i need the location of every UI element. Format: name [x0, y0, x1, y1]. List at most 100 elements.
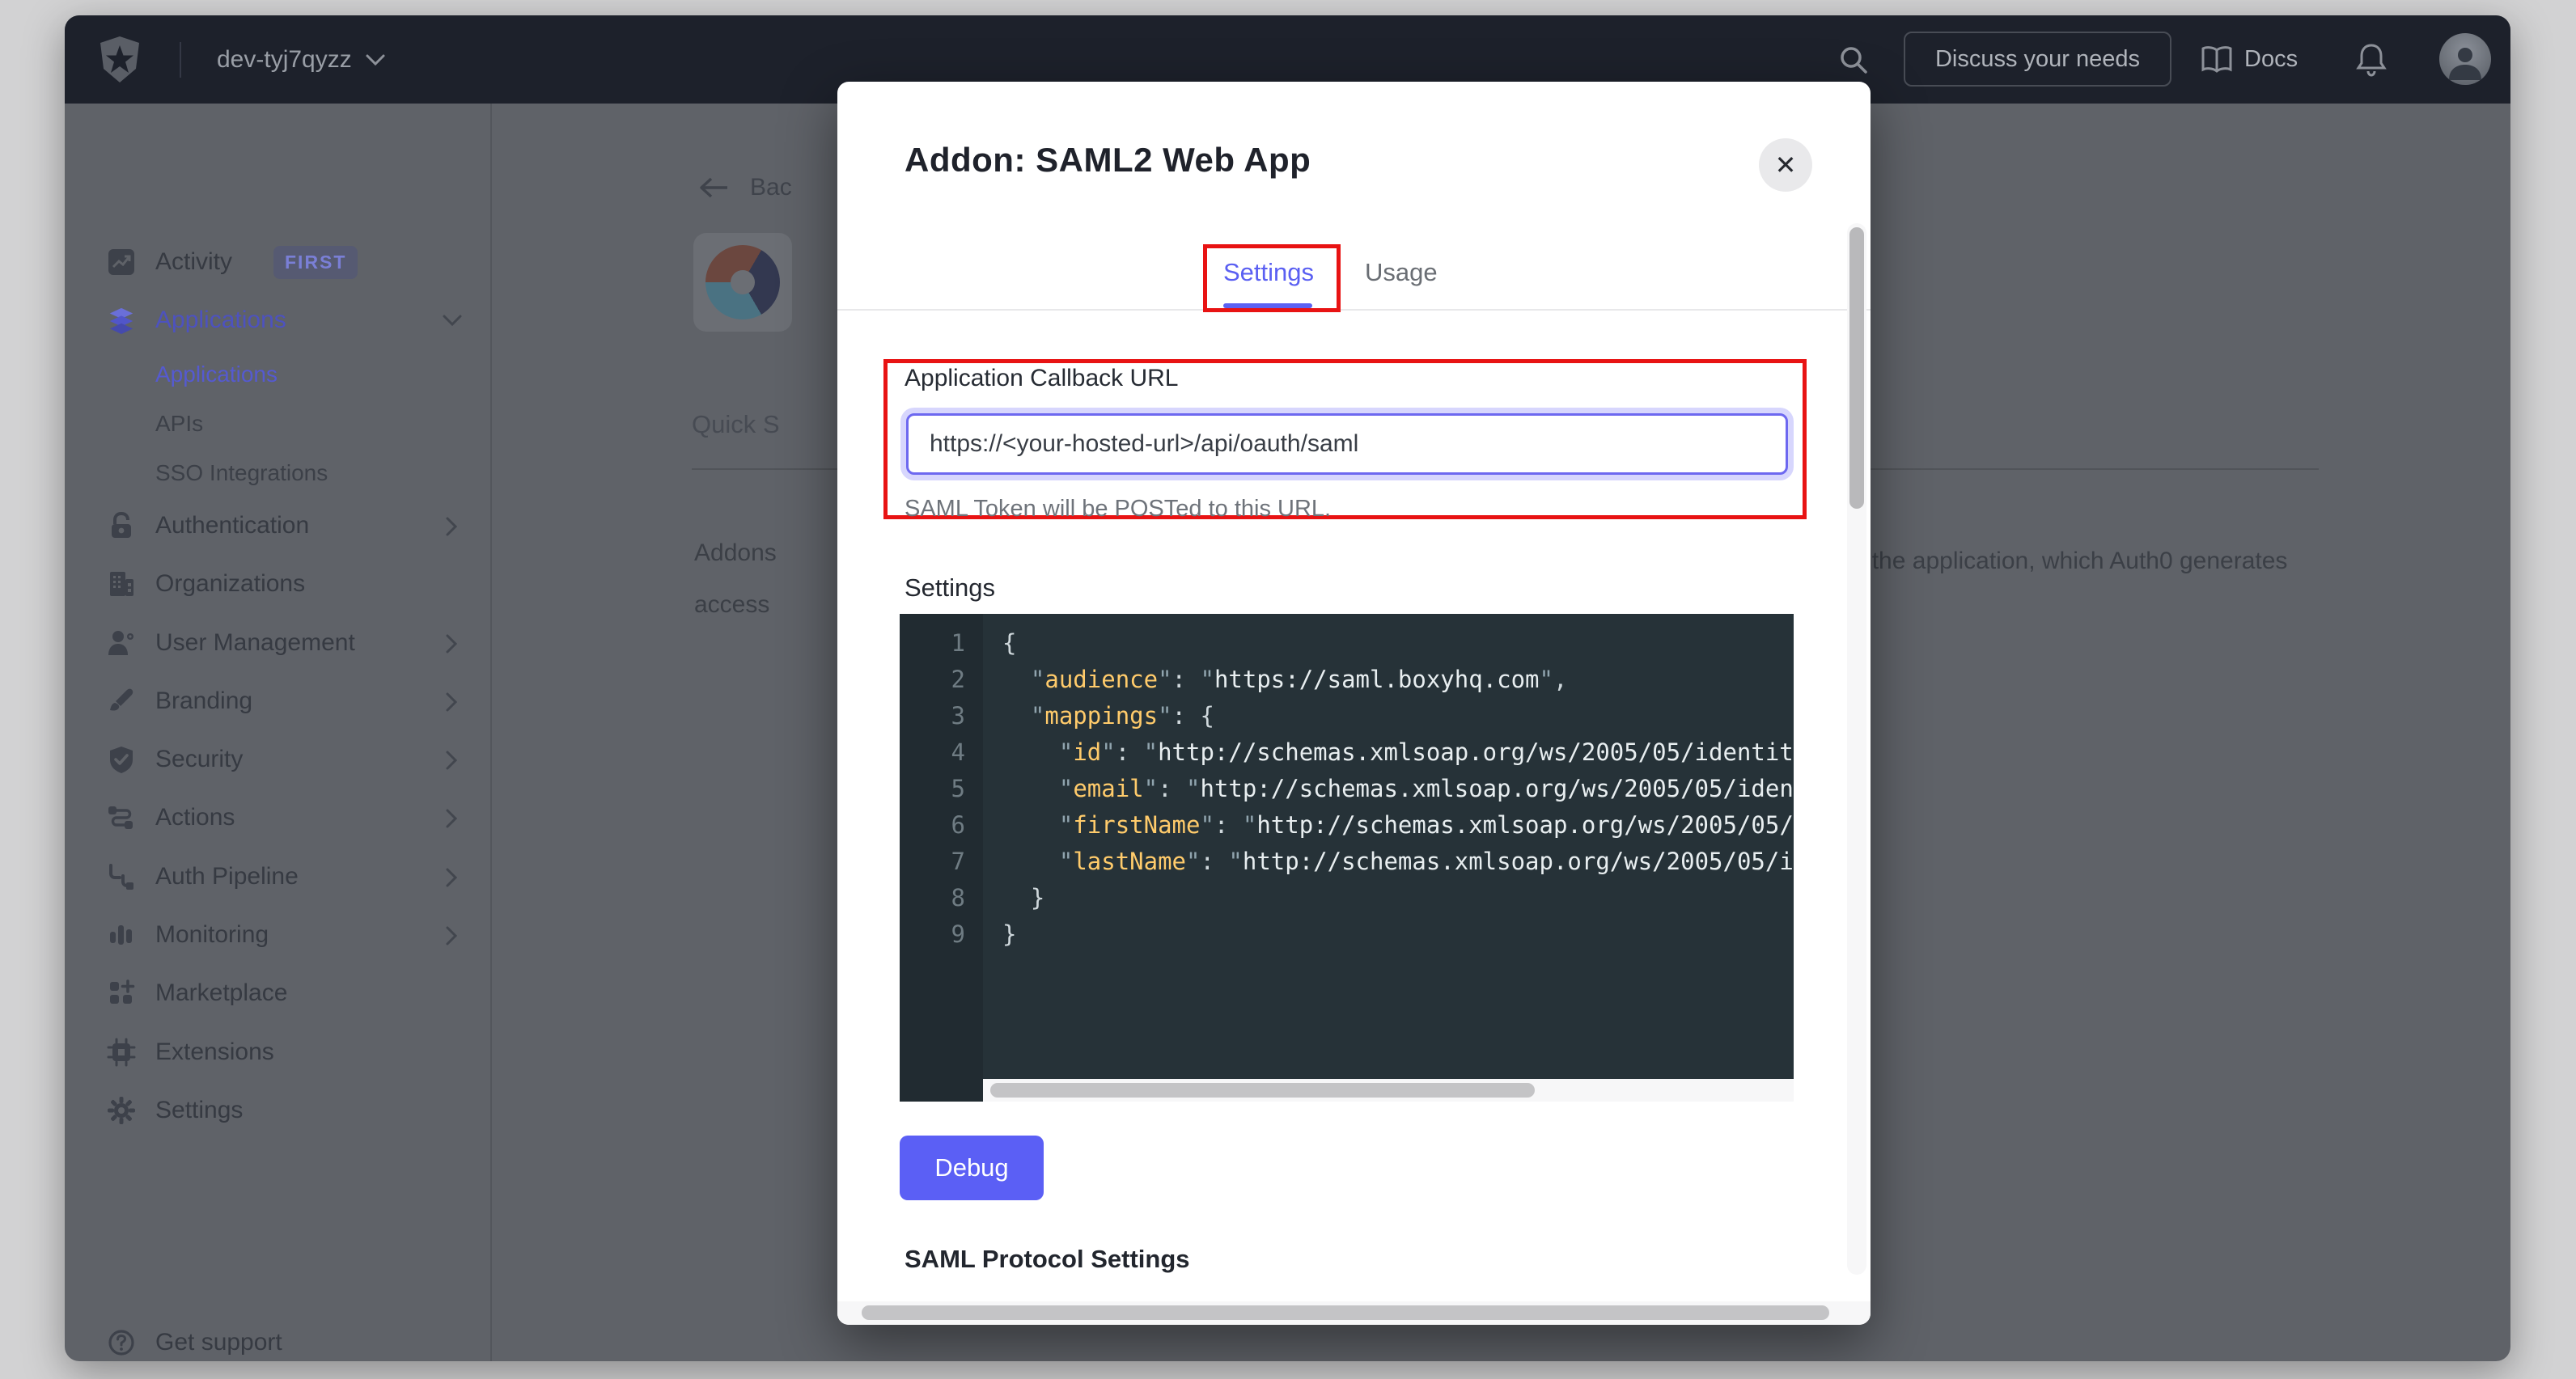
arrow-left-icon	[698, 176, 731, 200]
tab-label: Settings	[1223, 258, 1314, 286]
back-link-label: Bac	[750, 174, 792, 201]
discuss-your-needs-button[interactable]: Discuss your needs	[1904, 32, 2171, 87]
close-button[interactable]: ✕	[1759, 138, 1812, 192]
quickstart-tab-fragment[interactable]: Quick S	[692, 410, 780, 439]
sidebar-item-extensions[interactable]: Extensions	[65, 1034, 492, 1070]
settings-section-heading: Settings	[905, 573, 995, 603]
tab-usage[interactable]: Usage	[1365, 258, 1438, 287]
sidebar-subitem-applications[interactable]: Applications	[65, 357, 492, 392]
code-line: 6 "firstName": "http://schemas.xmlsoap.o…	[900, 807, 1794, 844]
code-line: 4 "id": "http://schemas.xmlsoap.org/ws/2…	[900, 734, 1794, 771]
lock-icon	[107, 511, 136, 540]
settings-code-editor[interactable]: 1{2 "audience": "https://saml.boxyhq.com…	[900, 614, 1794, 1102]
sidebar-item-label: Marketplace	[155, 979, 287, 1007]
sidebar-item-label: User Management	[155, 629, 355, 657]
code-line: 1{	[900, 625, 1794, 662]
addon-saml2-modal: Addon: SAML2 Web App ✕ Settings Usage Ap…	[837, 82, 1871, 1325]
modal-horizontal-scrollbar-thumb[interactable]	[862, 1305, 1829, 1320]
code-line: 8 }	[900, 880, 1794, 916]
callback-url-input[interactable]	[906, 413, 1788, 475]
chevron-down-icon	[365, 53, 386, 66]
sidebar-item-security[interactable]: Security	[65, 742, 492, 777]
sidebar-item-label: Branding	[155, 687, 252, 715]
debug-button[interactable]: Debug	[900, 1136, 1044, 1200]
chevron-right-icon	[445, 692, 458, 713]
shield-check-icon	[107, 745, 136, 774]
chevron-right-icon	[445, 516, 458, 537]
sidebar-item-organizations[interactable]: Organizations	[65, 566, 492, 602]
application-logo-tile	[693, 233, 792, 332]
sidebar-item-marketplace[interactable]: Marketplace	[65, 975, 492, 1011]
chevron-right-icon	[445, 808, 458, 829]
modal-title: Addon: SAML2 Web App	[905, 141, 1311, 180]
active-tab-underline	[1223, 303, 1312, 308]
grid-plus-icon	[107, 979, 136, 1008]
pipeline-icon	[107, 862, 136, 891]
activity-chart-icon	[107, 247, 136, 277]
paragraph-fragment: access	[694, 591, 769, 619]
modal-vertical-scrollbar[interactable]	[1847, 223, 1866, 1275]
app-window: dev-tyj7qyzz Discuss your needs Docs	[65, 15, 2510, 1361]
code-line: 7 "lastName": "http://schemas.xmlsoap.or…	[900, 844, 1794, 880]
sidebar-item-authentication[interactable]: Authentication	[65, 508, 492, 544]
code-line: 3 "mappings": {	[900, 698, 1794, 734]
sidebar-item-label: Auth Pipeline	[155, 863, 299, 890]
sidebar-item-applications[interactable]: Applications	[65, 302, 492, 338]
user-avatar[interactable]	[2439, 33, 2491, 85]
sidebar-item-auth-pipeline[interactable]: Auth Pipeline	[65, 859, 492, 895]
close-icon: ✕	[1775, 150, 1797, 180]
sidebar-item-label: Applications	[155, 362, 278, 387]
book-icon	[2201, 46, 2233, 74]
notifications-bell-icon[interactable]	[2354, 42, 2388, 78]
modal-horizontal-scrollbar[interactable]	[837, 1301, 1871, 1325]
docs-label: Docs	[2244, 46, 2298, 73]
auth0-logo-icon[interactable]	[98, 36, 142, 84]
tab-settings[interactable]: Settings	[1223, 258, 1314, 287]
sidebar-item-activity[interactable]: Activity FIRST	[65, 244, 492, 280]
code-line: 2 "audience": "https://saml.boxyhq.com",	[900, 662, 1794, 698]
sidebar-item-label: Settings	[155, 1097, 243, 1124]
first-badge: FIRST	[273, 246, 358, 279]
sidebar-item-settings[interactable]: Settings	[65, 1093, 492, 1128]
sidebar-subitem-sso-integrations[interactable]: SSO Integrations	[65, 455, 492, 491]
callback-url-helper: SAML Token will be POSTed to this URL.	[905, 496, 1331, 522]
discuss-your-needs-label: Discuss your needs	[1935, 46, 2140, 73]
chevron-right-icon	[445, 925, 458, 946]
chevron-right-icon	[445, 867, 458, 888]
sidebar-item-branding[interactable]: Branding	[65, 683, 492, 719]
topbar-divider	[180, 42, 181, 78]
sidebar-item-actions[interactable]: Actions	[65, 800, 492, 835]
code-scrollbar-thumb[interactable]	[990, 1083, 1535, 1098]
sidebar-item-label: Extensions	[155, 1038, 274, 1066]
sidebar-item-get-support[interactable]: Get support	[65, 1325, 492, 1360]
sidebar: Activity FIRST Applications Applications…	[65, 104, 492, 1361]
search-icon[interactable]	[1837, 43, 1871, 77]
back-link[interactable]: Bac	[698, 174, 792, 201]
help-circle-icon	[107, 1328, 136, 1357]
paintbrush-icon	[107, 687, 136, 716]
bar-chart-icon	[107, 920, 136, 950]
sidebar-item-user-management[interactable]: User Management	[65, 625, 492, 661]
chevron-down-icon	[442, 314, 463, 327]
sidebar-item-label: APIs	[155, 411, 203, 437]
tabs-divider	[837, 309, 1871, 311]
sidebar-item-label: SSO Integrations	[155, 460, 328, 486]
modal-vertical-scrollbar-thumb[interactable]	[1849, 227, 1864, 509]
application-logo-icon	[705, 245, 780, 319]
tenant-switcher[interactable]: dev-tyj7qyzz	[217, 15, 386, 104]
sidebar-item-label: Authentication	[155, 512, 309, 539]
paragraph-fragment: Addons	[694, 539, 777, 567]
layers-icon	[107, 306, 136, 335]
sidebar-item-label: Get support	[155, 1329, 282, 1356]
chevron-right-icon	[445, 633, 458, 654]
paragraph-fragment: ed by the application, which Auth0 gener…	[1806, 548, 2287, 575]
user-gear-icon	[107, 628, 136, 658]
gear-icon	[107, 1096, 136, 1125]
sidebar-subitem-apis[interactable]: APIs	[65, 406, 492, 442]
tab-label: Usage	[1365, 258, 1438, 286]
sidebar-item-label: Applications	[155, 307, 286, 334]
sidebar-item-monitoring[interactable]: Monitoring	[65, 917, 492, 953]
saml-protocol-settings-heading: SAML Protocol Settings	[905, 1245, 1190, 1274]
code-horizontal-scrollbar[interactable]	[983, 1079, 1794, 1102]
docs-link[interactable]: Docs	[2201, 15, 2298, 104]
